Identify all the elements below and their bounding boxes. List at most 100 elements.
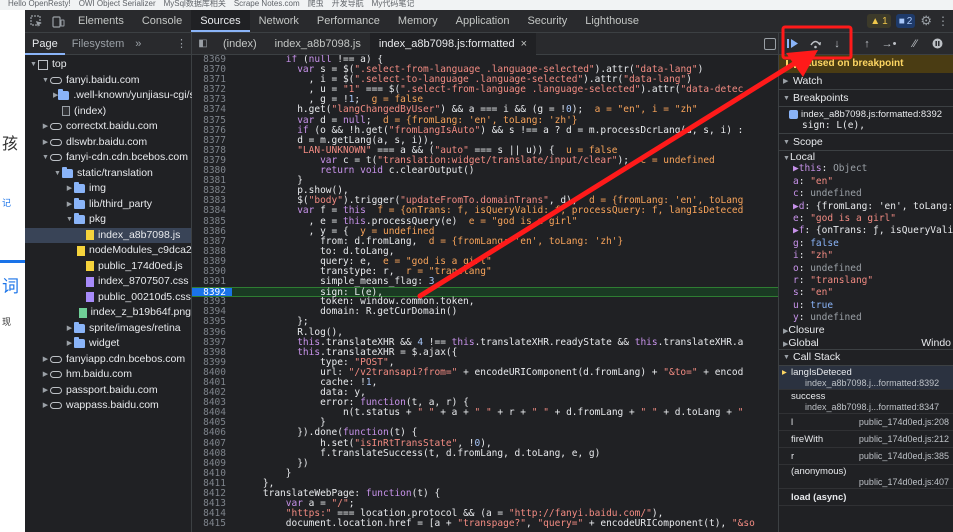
tree-item[interactable]: ▶ sprite/images/retina (25, 321, 191, 337)
scope-variable[interactable]: ▶f: {onTrans: ƒ, isQueryValid: (779, 225, 953, 237)
chevron-right-icon[interactable]: ▶ (41, 135, 50, 151)
tree-item[interactable]: index_8707507.css (25, 274, 191, 290)
toggle-navigator-icon[interactable]: ◧ (192, 38, 214, 49)
tree-item[interactable]: public_00210d5.css (25, 290, 191, 306)
tab-filesystem[interactable]: Filesystem (65, 33, 132, 55)
deactivate-breakpoints-icon[interactable]: ⁄⁄ (905, 35, 925, 53)
scope-variable[interactable]: i: "zh" (779, 250, 953, 262)
more-tabs-icon[interactable]: » (131, 38, 145, 50)
chevron-down-icon[interactable]: ▼ (41, 73, 50, 89)
tab-elements[interactable]: Elements (69, 10, 133, 32)
resume-icon[interactable] (783, 35, 803, 53)
tree-item[interactable]: ▼ static/translation (25, 166, 191, 182)
scope-variable[interactable]: ▶this: Object (779, 163, 953, 175)
scope-variable[interactable]: e: "god is a girl" (779, 213, 953, 225)
file-tab[interactable]: index_a8b7098.js:formatted × (369, 32, 537, 55)
tab-security[interactable]: Security (518, 10, 576, 32)
tree-item[interactable]: (index) (25, 104, 191, 120)
kebab-menu-icon[interactable]: ⋮ (937, 14, 949, 28)
bookmark-item[interactable]: OWI Object Serializer (79, 0, 156, 8)
chevron-right-icon[interactable]: ▶ (65, 197, 74, 213)
chevron-right-icon[interactable]: ▶ (41, 119, 50, 135)
breakpoint-checkbox[interactable] (789, 110, 798, 119)
tree-item[interactable]: ▶ .well-known/yunjiasu-cgi/sc (25, 88, 200, 104)
bookmark-item[interactable]: 开发导航 (332, 0, 364, 8)
call-frame[interactable]: (anonymous) public_174d0ed.js:407 (779, 465, 953, 490)
scope-variable[interactable]: u: true (779, 300, 953, 312)
toggle-debugger-icon[interactable] (764, 38, 776, 50)
scope-global-header[interactable]: ▶Global Windo (779, 337, 953, 349)
watch-section-header[interactable]: ▶ Watch (779, 73, 953, 90)
scope-variable[interactable]: r: "translang" (779, 275, 953, 287)
pause-on-exceptions-icon[interactable] (927, 35, 947, 53)
chevron-right-icon[interactable]: ▶ (65, 321, 74, 337)
call-frame[interactable]: langIsDetecedindex_a8b7098.j...formatted… (779, 366, 953, 391)
tab-console[interactable]: Console (133, 10, 191, 32)
chevron-right-icon[interactable]: ▶ (41, 352, 50, 368)
chevron-down-icon[interactable]: ▼ (29, 57, 38, 73)
tree-item[interactable]: nodeModules_c9dca2e (25, 243, 198, 259)
inspect-element-icon[interactable] (25, 10, 47, 32)
tree-item[interactable]: ▶ dlswbr.baidu.com (25, 135, 191, 151)
close-icon[interactable]: × (521, 38, 527, 50)
call-frame[interactable]: load (async) (779, 489, 953, 507)
tree-item[interactable]: index_a8b7098.js (25, 227, 191, 243)
chevron-down-icon[interactable]: ▼ (65, 212, 74, 228)
scope-variable[interactable]: s: "en" (779, 287, 953, 299)
source-code[interactable]: 8369 if (null !== a) {8370 var s = $(".s… (192, 55, 778, 532)
tree-item[interactable]: ▼ top (25, 57, 191, 73)
tree-item[interactable]: index_z_b19b64f.png (25, 305, 191, 321)
warnings-badge[interactable]: ▲ 1 (867, 14, 891, 28)
tree-item[interactable]: ▶ hm.baidu.com (25, 367, 191, 383)
line-number[interactable]: 8415 (192, 519, 232, 529)
bookmark-item[interactable]: Scrape Notes.com (234, 0, 300, 8)
scope-variable[interactable]: y: undefined (779, 312, 953, 324)
tree-item[interactable]: ▶ correctxt.baidu.com (25, 119, 191, 135)
step-into-icon[interactable]: ↓ (827, 35, 847, 53)
chevron-down-icon[interactable]: ▼ (41, 150, 50, 166)
tab-performance[interactable]: Performance (308, 10, 389, 32)
scope-variable[interactable]: ▶d: {fromLang: 'en', toLang: (779, 201, 953, 213)
tab-sources[interactable]: Sources (191, 10, 250, 32)
tab-lighthouse[interactable]: Lighthouse (576, 10, 648, 32)
device-toolbar-icon[interactable] (47, 10, 69, 32)
file-tab[interactable]: index_a8b7098.js (266, 33, 370, 55)
chevron-right-icon[interactable]: ▶ (41, 367, 50, 383)
tree-item[interactable]: ▶ passport.baidu.com (25, 383, 191, 399)
chevron-right-icon[interactable]: ▶ (65, 181, 74, 197)
tree-item[interactable]: ▼ pkg (25, 212, 191, 228)
chevron-down-icon[interactable]: ▼ (53, 166, 62, 182)
call-frame[interactable]: success index_a8b7098.j...formatted:8347 (779, 390, 953, 415)
scope-variable[interactable]: o: undefined (779, 263, 953, 275)
bookmark-item[interactable]: MySql数据库相关 (164, 0, 226, 8)
scope-variable[interactable]: a: "en" (779, 176, 953, 188)
call-frame[interactable]: r public_174d0ed.js:385 (779, 448, 953, 466)
tab-page[interactable]: Page (25, 33, 65, 55)
tab-network[interactable]: Network (250, 10, 308, 32)
messages-badge[interactable]: ■ 2 (895, 14, 916, 28)
bookmark-item[interactable]: Hello OpenResty! (8, 0, 71, 8)
navigator-menu-icon[interactable]: ⋮ (176, 37, 187, 50)
file-tab[interactable]: (index) (214, 33, 266, 55)
line-number[interactable]: 8392 (192, 288, 232, 298)
tree-item[interactable]: ▶ widget (25, 336, 191, 352)
bookmark-item[interactable]: 爬虫 (308, 0, 324, 8)
chevron-right-icon[interactable]: ▶ (41, 383, 50, 399)
tab-memory[interactable]: Memory (389, 10, 447, 32)
bookmark-item[interactable]: My代码笔记 (372, 0, 415, 8)
chevron-right-icon[interactable]: ▶ (65, 336, 74, 352)
breakpoints-section-header[interactable]: ▼ Breakpoints (779, 90, 953, 107)
scope-section-header[interactable]: ▼ Scope (779, 134, 953, 151)
step-out-icon[interactable]: ↑ (857, 35, 877, 53)
tree-item[interactable]: ▶ lib/third_party (25, 197, 191, 213)
call-stack-section-header[interactable]: ▼ Call Stack (779, 349, 953, 367)
tree-item[interactable]: ▶ img (25, 181, 191, 197)
scope-local-header[interactable]: ▼Local (779, 151, 953, 163)
gear-icon[interactable]: ⚙ (920, 13, 932, 29)
tree-item[interactable]: ▶ wappass.baidu.com (25, 398, 191, 414)
step-over-icon[interactable] (805, 35, 825, 53)
line-number[interactable]: 8384 (192, 206, 232, 216)
breakpoint-item[interactable]: index_a8b7098.js:formatted:8392 sign: L(… (779, 107, 953, 134)
step-icon[interactable]: →• (879, 35, 899, 53)
tree-item[interactable]: public_174d0ed.js (25, 259, 191, 275)
